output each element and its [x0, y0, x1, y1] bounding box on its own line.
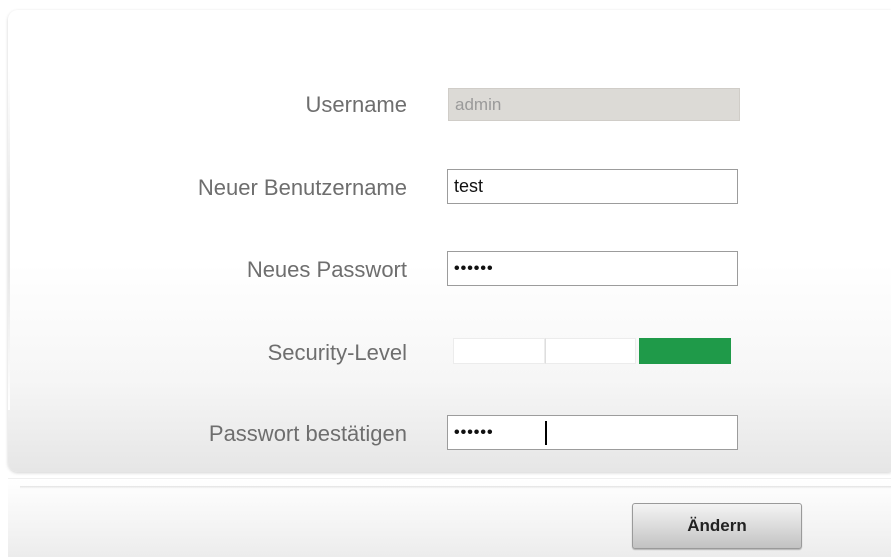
security-level-segment-1 — [453, 338, 545, 364]
username-label: Username — [305, 92, 407, 117]
security-level-meter — [453, 338, 732, 364]
security-level-segment-3 — [639, 338, 732, 364]
username-field — [448, 88, 740, 121]
new-username-field[interactable] — [447, 169, 738, 204]
new-password-field[interactable] — [447, 251, 738, 286]
new-username-label: Neuer Benutzername — [197, 175, 407, 200]
change-button[interactable]: Ändern — [632, 503, 802, 549]
panel-edge — [8, 70, 10, 410]
text-caret — [545, 421, 547, 445]
security-level-segment-2 — [544, 338, 637, 364]
footer-divider — [20, 486, 891, 489]
credentials-panel — [8, 10, 891, 472]
confirm-password-field[interactable] — [447, 415, 738, 450]
new-password-label: Neues Passwort — [246, 257, 407, 282]
security-level-label: Security-Level — [267, 340, 407, 365]
confirm-password-label: Passwort bestätigen — [208, 421, 407, 446]
